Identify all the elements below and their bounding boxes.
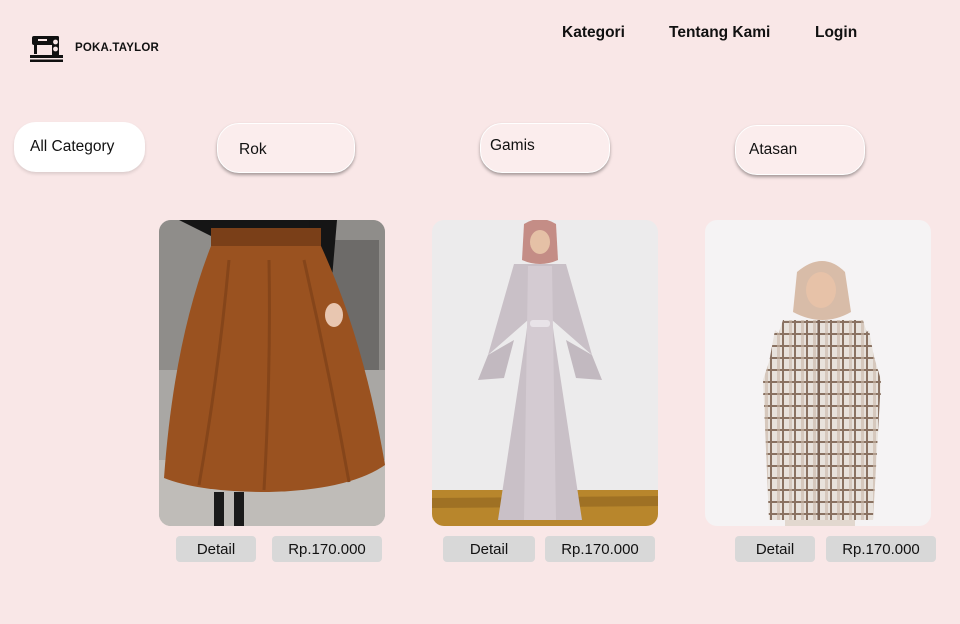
- price-label: Rp.170.000: [545, 536, 655, 562]
- product-image-atasan[interactable]: [705, 220, 931, 526]
- brand-logo[interactable]: POKA.TAYLOR: [30, 34, 159, 62]
- detail-button[interactable]: Detail: [443, 536, 535, 562]
- product-image-gamis[interactable]: [432, 220, 658, 526]
- nav-kategori-link[interactable]: Kategori: [562, 24, 625, 42]
- category-atasan-button[interactable]: Atasan: [735, 125, 865, 175]
- nav-login-link[interactable]: Login: [815, 24, 857, 42]
- detail-button[interactable]: Detail: [735, 536, 815, 562]
- price-label: Rp.170.000: [826, 536, 936, 562]
- category-rok-button[interactable]: Rok: [217, 123, 355, 173]
- detail-button[interactable]: Detail: [176, 536, 256, 562]
- brand-name: POKA.TAYLOR: [75, 42, 159, 54]
- price-label: Rp.170.000: [272, 536, 382, 562]
- category-gamis-button[interactable]: Gamis: [480, 123, 610, 173]
- nav-tentang-kami-link[interactable]: Tentang Kami: [669, 24, 770, 42]
- category-all-button[interactable]: All Category: [14, 122, 145, 172]
- sewing-machine-icon: [30, 36, 63, 62]
- product-image-rok[interactable]: [159, 220, 385, 526]
